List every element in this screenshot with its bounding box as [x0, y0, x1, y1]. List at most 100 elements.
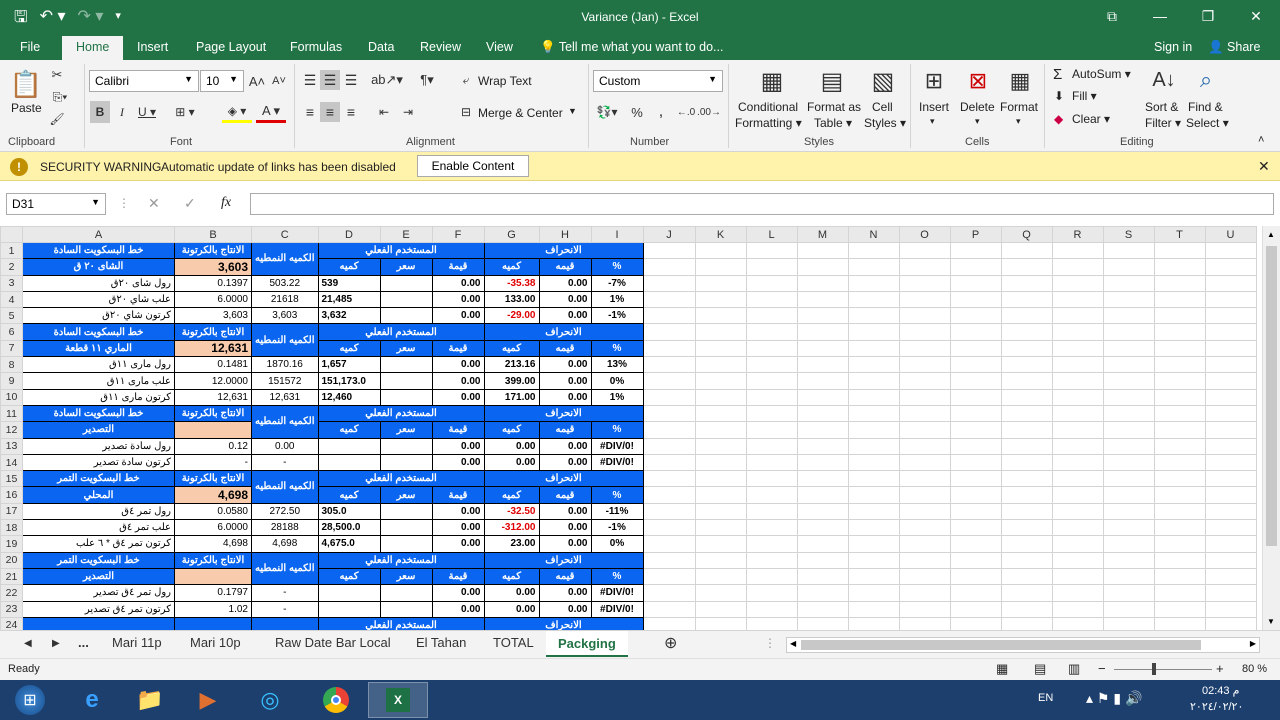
insert-cells-button[interactable]: Insert [919, 100, 949, 114]
item-label[interactable]: رول تمر ٤ق [22, 502, 175, 521]
column-header[interactable]: P [949, 226, 1002, 243]
data-cell[interactable]: 272.50 [251, 502, 319, 521]
cell[interactable] [642, 388, 696, 406]
cell[interactable] [847, 600, 900, 618]
tab-file[interactable]: File [20, 40, 40, 54]
cell[interactable] [796, 339, 849, 358]
cell[interactable] [898, 274, 951, 292]
zoom-in-icon[interactable]: + [1216, 661, 1224, 676]
page-layout-view-icon[interactable]: ▤ [1034, 661, 1046, 677]
cell[interactable] [949, 307, 1002, 325]
cell[interactable] [898, 372, 951, 390]
data-cell[interactable]: 0.00 [251, 437, 319, 455]
cell[interactable] [1153, 535, 1206, 553]
actual-used-header[interactable]: المستخدم الفعلي [317, 470, 485, 488]
cell[interactable] [847, 551, 900, 569]
cell[interactable] [745, 274, 798, 292]
cell[interactable] [796, 241, 849, 260]
std-qty-header[interactable] [251, 616, 319, 630]
data-cell[interactable]: 3,603 [174, 307, 252, 325]
clock-time[interactable]: 02:43 م [1202, 684, 1239, 697]
tab-formulas[interactable]: Formulas [290, 40, 342, 54]
column-header[interactable]: S [1102, 226, 1155, 243]
cell[interactable] [694, 372, 747, 390]
cell[interactable] [745, 616, 798, 630]
data-cell[interactable]: 12.0000 [174, 372, 252, 390]
cell[interactable] [1153, 372, 1206, 390]
cell[interactable] [898, 404, 951, 423]
cell[interactable] [694, 356, 747, 374]
deviation-header[interactable]: الانحراف [483, 241, 644, 260]
cell[interactable] [1153, 519, 1206, 537]
cell[interactable] [1000, 241, 1053, 260]
cell[interactable] [1204, 453, 1257, 472]
item-label[interactable]: علب تمر ٤ق [22, 519, 175, 537]
cell[interactable] [847, 258, 900, 276]
data-cell[interactable] [379, 356, 433, 374]
cell[interactable] [949, 437, 1002, 455]
cell[interactable] [642, 486, 696, 504]
std-qty-header[interactable]: الكميه النمطيه [251, 470, 319, 504]
cell[interactable] [745, 600, 798, 618]
block-title[interactable]: خط البسكويت التمر [22, 551, 175, 569]
cell[interactable] [694, 551, 747, 569]
cell[interactable] [1000, 339, 1053, 358]
cell[interactable] [694, 470, 747, 488]
tab-view[interactable]: View [486, 40, 513, 54]
scroll-thumb[interactable] [1266, 246, 1277, 546]
pct-header[interactable]: % [590, 567, 644, 586]
cell[interactable] [949, 470, 1002, 488]
cell[interactable] [745, 502, 798, 521]
pct-header[interactable]: % [590, 339, 644, 358]
h-scroll-thumb[interactable] [801, 640, 1201, 650]
cell[interactable] [1153, 323, 1206, 341]
item-label[interactable]: علب شاي ٢٠ق [22, 290, 175, 309]
cell[interactable] [796, 535, 849, 553]
find-select-button[interactable]: Find & [1188, 100, 1223, 114]
row-header[interactable]: 8 [0, 356, 23, 374]
production-header[interactable] [174, 616, 252, 630]
cancel-icon[interactable]: ✕ [148, 195, 160, 212]
cell[interactable] [949, 486, 1002, 504]
data-cell[interactable]: - [251, 600, 319, 618]
bottom-align-icon[interactable]: ☰ [341, 70, 361, 90]
cell[interactable] [898, 323, 951, 341]
cell[interactable] [642, 404, 696, 423]
item-label[interactable]: كرتون شاي ٢٠ق [22, 307, 175, 325]
italic-button[interactable]: I [113, 101, 131, 123]
data-cell[interactable]: 503.22 [251, 274, 319, 292]
data-cell[interactable]: 0.00 [431, 372, 485, 390]
production-value[interactable]: 3,603 [174, 258, 252, 276]
data-cell[interactable]: 0.00 [431, 453, 485, 472]
data-cell[interactable]: 0.1481 [174, 356, 252, 374]
cell[interactable] [796, 356, 849, 374]
cell[interactable] [1102, 453, 1155, 472]
cell[interactable] [1153, 486, 1206, 504]
cell[interactable] [694, 404, 747, 423]
data-cell[interactable]: 0.00 [431, 356, 485, 374]
actual-used-header[interactable]: المستخدم الفعلي [317, 551, 485, 569]
row-header[interactable]: 7 [0, 339, 23, 358]
cell[interactable] [1000, 404, 1053, 423]
deviation-header[interactable]: الانحراف [483, 323, 644, 341]
cell[interactable] [1102, 437, 1155, 455]
pct-header[interactable]: % [590, 421, 644, 439]
sheet-tab-mari-10p[interactable]: Mari 10p [190, 635, 241, 650]
cell[interactable] [949, 339, 1002, 358]
cell[interactable] [898, 307, 951, 325]
price-header[interactable]: سعر [379, 421, 433, 439]
cell[interactable] [847, 388, 900, 406]
cell[interactable] [1000, 502, 1053, 521]
data-cell[interactable] [379, 519, 433, 537]
merge-center-button[interactable]: Merge & Center [478, 106, 563, 120]
cell[interactable] [1153, 470, 1206, 488]
sheet-tab-raw-date-bar-local[interactable]: Raw Date Bar Local [275, 635, 391, 650]
name-box[interactable]: D31 ▼ [6, 193, 106, 215]
scroll-left-icon[interactable]: ◀ [790, 639, 796, 648]
cell[interactable] [1102, 486, 1155, 504]
column-header[interactable]: K [694, 226, 747, 243]
cell[interactable] [1000, 372, 1053, 390]
cell[interactable] [642, 535, 696, 553]
cell[interactable] [642, 290, 696, 309]
cell[interactable] [1000, 551, 1053, 569]
